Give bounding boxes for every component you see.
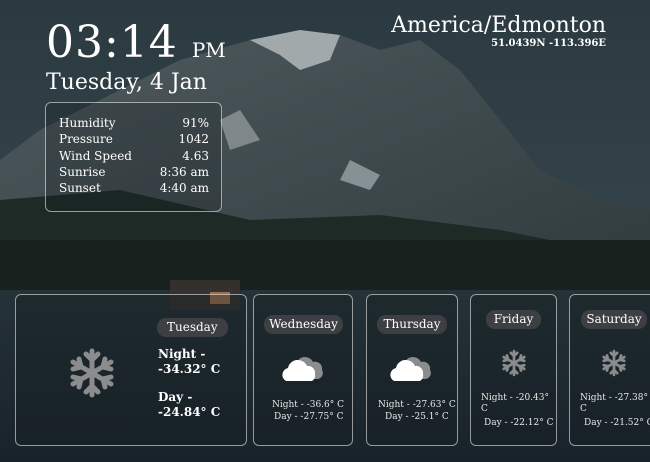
forecast-day-label: Wednesday [264,315,343,334]
forecast-day-label: Tuesday [157,318,228,337]
day-temp: Day - -25.1° C [385,412,449,422]
night-temp-label: Night - [158,347,206,361]
detail-row-pressure: Pressure 1042 [59,131,209,147]
detail-label: Sunset [59,181,101,196]
weather-details-panel: Humidity 91% Pressure 1042 Wind Speed 4.… [45,102,222,212]
detail-value: 4.63 [182,148,209,163]
night-temp-wrap: C [580,404,587,414]
night-temp: Night - -20.43° [481,393,549,403]
forecast-day-label: Saturday [581,310,647,329]
snowflake-icon [602,349,626,377]
day-temp: Day - -22.12° C [484,418,554,428]
cloud-icon [282,357,323,381]
today-forecast-card[interactable]: Tuesday Night - -34.32° C Day - -24.84° … [15,294,247,446]
forecast-card-thursday[interactable]: Thursday Night - -27.63° C Day - -25.1° … [366,294,458,446]
detail-row-sunrise: Sunrise 8:36 am [59,164,209,180]
detail-value: 1042 [178,132,209,147]
day-temp: Day - -27.75° C [274,412,344,422]
timezone-label: America/Edmonton [391,13,606,38]
day-temp-value: -24.84° C [158,405,221,419]
forecast-day-label: Thursday [377,315,447,334]
clock-time: 03:14 [46,17,178,68]
detail-value: 8:36 am [159,164,209,179]
night-temp: Night - -27.38° [580,393,648,403]
detail-value: 91% [182,116,209,130]
night-temp-wrap: C [481,404,488,414]
clock-ampm: PM [191,38,226,62]
forecast-day-label: Friday [486,310,541,329]
detail-label: Pressure [59,132,113,147]
snowflake-icon [502,349,526,377]
snowflake-icon [70,348,114,398]
clock: 03:14 PM [46,18,226,68]
detail-label: Sunrise [59,164,106,179]
detail-row-sunset: Sunset 4:40 am [59,180,209,196]
night-temp: Night - -36.6° C [272,400,345,410]
detail-label: Humidity [59,116,116,130]
night-temp-value: -34.32° C [158,362,221,376]
detail-value: 4:40 am [159,181,209,196]
detail-label: Wind Speed [59,148,132,163]
location: America/Edmonton 51.0439N -113.396E [391,12,606,49]
night-temp: Night - -27.63° C [378,400,456,410]
day-temp: Day - -21.52° C [584,418,650,428]
current-date: Tuesday, 4 Jan [46,70,207,95]
forecast-card-wednesday[interactable]: Wednesday Night - -36.6° C Day - -27.75°… [253,294,353,446]
day-temp-label: Day - [158,390,193,404]
detail-row-wind-speed: Wind Speed 4.63 [59,148,209,164]
forecast-card-friday[interactable]: Friday Night - -20.43° C Day - -22.12° C [470,294,557,446]
detail-row-humidity: Humidity 91% [59,115,209,131]
forecast-card-saturday[interactable]: Saturday Night - -27.38° C Day - -21.52°… [569,294,650,446]
cloud-icon [390,357,431,381]
